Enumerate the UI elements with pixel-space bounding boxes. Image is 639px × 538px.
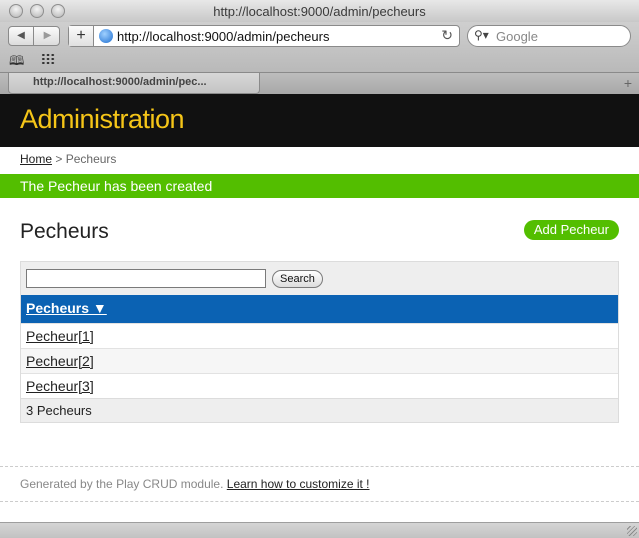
table-row: Pecheur[3] [21, 373, 618, 398]
address-bar[interactable]: + http://localhost:9000/admin/pecheurs ↻ [68, 25, 460, 47]
forward-button[interactable]: ▶ [35, 27, 60, 45]
generated-text: Generated by the Play CRUD module. [20, 477, 224, 491]
record-count: 3 Pecheurs [21, 398, 618, 422]
top-sites-grid-icon[interactable] [41, 53, 55, 65]
page-footer: Generated by the Play CRUD module. Learn… [0, 466, 639, 502]
breadcrumb-home-link[interactable]: Home [20, 152, 52, 166]
nav-buttons: ◀ ▶ [8, 26, 60, 46]
reload-icon[interactable]: ↻ [441, 27, 453, 44]
site-header: Administration [0, 94, 639, 147]
back-button[interactable]: ◀ [9, 27, 34, 45]
new-tab-icon[interactable]: + [624, 75, 632, 91]
resize-grip-icon[interactable] [627, 526, 637, 536]
sort-pecheurs-link[interactable]: Pecheurs ▼ [26, 300, 107, 316]
tab-current[interactable]: http://localhost:9000/admin/pec... [8, 73, 260, 94]
bookmarks-icon[interactable]: 🕮 [9, 52, 24, 74]
flash-message: The Pecheur has been created [0, 174, 639, 198]
page: Administration Home > Pecheurs The Peche… [0, 94, 639, 522]
breadcrumb: Home > Pecheurs [20, 152, 116, 166]
window-title: http://localhost:9000/admin/pecheurs [213, 4, 426, 19]
search-button[interactable]: Search [272, 270, 323, 288]
table-row: Pecheur[2] [21, 348, 618, 373]
site-title: Administration [20, 104, 185, 134]
add-pecheur-button[interactable]: Add Pecheur [523, 220, 619, 240]
page-title: Pecheurs [20, 220, 109, 243]
tab-bar: http://localhost:9000/admin/pec... + [0, 72, 639, 94]
add-bookmark-button[interactable]: + [69, 26, 94, 46]
search-input[interactable] [26, 269, 266, 288]
window-titlebar: http://localhost:9000/admin/pecheurs [0, 0, 639, 22]
table-row: Pecheur[1] [21, 323, 618, 348]
globe-icon [99, 29, 113, 43]
pecheur-link[interactable]: Pecheur[2] [26, 353, 94, 369]
search-placeholder: Google [496, 29, 538, 44]
breadcrumb-separator: > [55, 152, 63, 166]
pecheur-link[interactable]: Pecheur[3] [26, 378, 94, 394]
breadcrumb-current: Pecheurs [65, 152, 117, 166]
crud-list: Search Pecheurs ▼ Pecheur[1] Pecheur[2] … [20, 261, 619, 423]
browser-toolbar: ◀ ▶ + http://localhost:9000/admin/pecheu… [0, 22, 639, 72]
status-bar [0, 522, 639, 538]
customize-link[interactable]: Learn how to customize it ! [227, 477, 370, 491]
column-header: Pecheurs ▼ [21, 295, 618, 323]
search-icon[interactable]: ⚲▾ [474, 28, 489, 42]
pecheur-link[interactable]: Pecheur[1] [26, 328, 94, 344]
search-field[interactable]: ⚲▾ Google [467, 25, 631, 47]
url-text[interactable]: http://localhost:9000/admin/pecheurs [117, 29, 329, 44]
search-bar: Search [21, 262, 618, 295]
tab-label: http://localhost:9000/admin/pec... [33, 76, 207, 88]
